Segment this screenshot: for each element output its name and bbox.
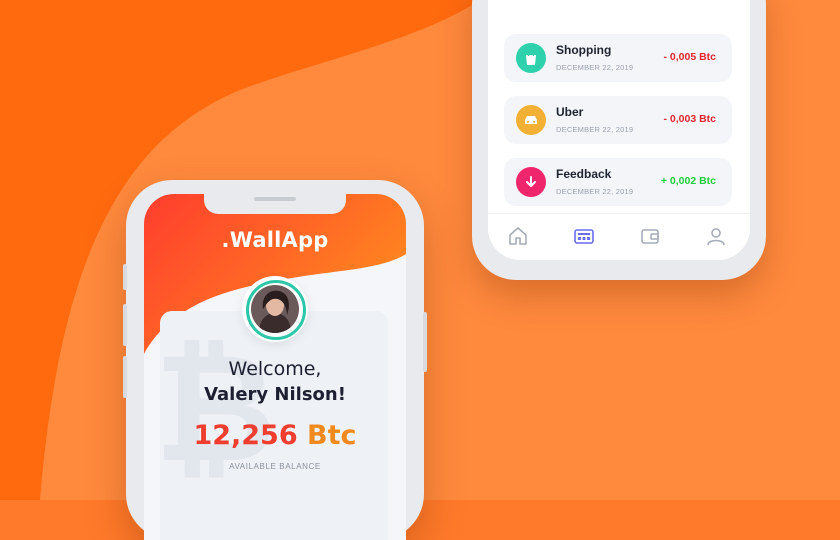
welcome-text: Welcome, — [228, 358, 322, 380]
balance-unit: Btc — [307, 420, 357, 451]
transaction-amount: + 0,002 Btc — [660, 175, 716, 187]
home-tab[interactable] — [506, 224, 530, 248]
speaker-grille — [254, 197, 296, 201]
transaction-name: Uber — [556, 105, 584, 119]
transaction-name: Shopping — [556, 43, 612, 57]
transaction-date: DECEMBER 22, 2019 — [556, 125, 634, 134]
power-button — [423, 312, 427, 372]
volume-down-button — [123, 356, 127, 398]
card-tab[interactable] — [566, 224, 602, 252]
transaction-date: DECEMBER 22, 2019 — [556, 187, 634, 196]
mute-switch — [123, 264, 127, 290]
avatar — [251, 285, 299, 333]
card-icon — [574, 229, 594, 244]
balance-amount: 12,256 Btc — [144, 420, 406, 451]
transaction-amount: - 0,003 Btc — [663, 113, 716, 125]
wallet-screen: .WallApp ₿ Welcome, Valery Nilson! 12,25… — [144, 194, 406, 540]
transaction-amount: - 0,005 Btc — [663, 51, 716, 63]
user-avatar[interactable] — [242, 276, 308, 342]
balance-value: 12,256 — [193, 420, 298, 451]
wallet-phone: .WallApp ₿ Welcome, Valery Nilson! 12,25… — [123, 180, 427, 540]
transaction-card-shopping[interactable]: Shopping DECEMBER 22, 2019 - 0,005 Btc — [504, 34, 732, 82]
user-tab[interactable] — [704, 224, 728, 248]
wallet-tab[interactable] — [638, 224, 662, 248]
phone-notch — [204, 194, 346, 214]
arrow-down-icon — [516, 167, 546, 197]
user-icon — [707, 228, 725, 246]
transaction-name: Feedback — [556, 167, 612, 181]
user-name: Valery Nilson! — [204, 384, 346, 405]
shopping-bag-icon — [516, 43, 546, 73]
transaction-card-uber[interactable]: Uber DECEMBER 22, 2019 - 0,003 Btc — [504, 96, 732, 144]
home-icon — [509, 227, 527, 245]
transactions-screen: Shopping DECEMBER 22, 2019 - 0,005 Btc U… — [488, 0, 750, 260]
transaction-date: DECEMBER 22, 2019 — [556, 63, 634, 72]
bottom-tab-bar — [488, 213, 750, 260]
app-title: .WallApp — [221, 228, 329, 252]
transactions-phone: Shopping DECEMBER 22, 2019 - 0,005 Btc U… — [472, 0, 766, 280]
transaction-card-feedback[interactable]: Feedback DECEMBER 22, 2019 + 0,002 Btc — [504, 158, 732, 206]
wallet-icon — [641, 229, 659, 244]
balance-label: AVAILABLE BALANCE — [229, 462, 321, 471]
car-icon — [516, 105, 546, 135]
volume-up-button — [123, 304, 127, 346]
